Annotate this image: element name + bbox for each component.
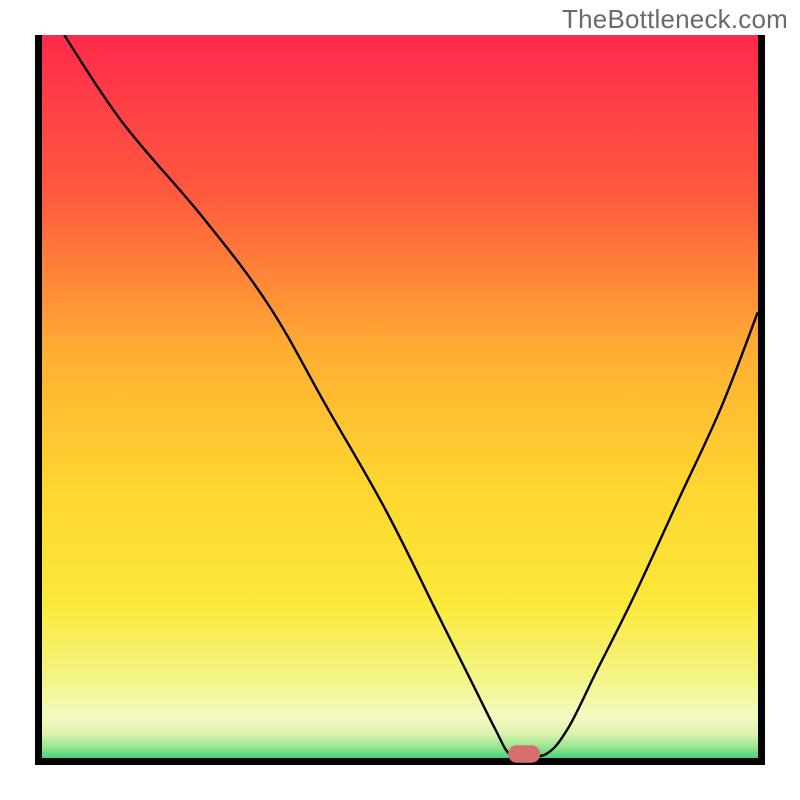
optimum-marker: [508, 745, 540, 763]
watermark-text: TheBottleneck.com: [562, 4, 788, 35]
chart-stage: TheBottleneck.com: [0, 0, 800, 800]
plot-background: [35, 35, 765, 765]
bottleneck-chart: [0, 0, 800, 800]
